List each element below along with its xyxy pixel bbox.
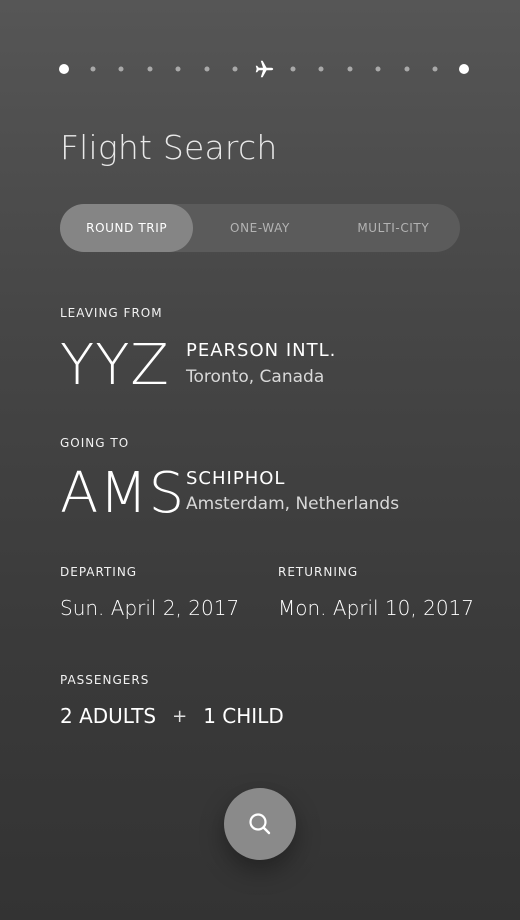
progress-dot xyxy=(290,66,296,72)
passengers-label: PASSENGERS xyxy=(60,673,150,687)
progress-dot xyxy=(204,66,210,72)
progress-dot xyxy=(347,66,353,72)
origin-dot xyxy=(59,64,69,74)
flight-progress-indicator xyxy=(59,58,469,80)
destination-label: GOING TO xyxy=(60,436,130,450)
trip-type-selector: ROUND TRIP ONE-WAY MULTI-CITY xyxy=(60,204,460,252)
origin-code[interactable]: YYZ xyxy=(60,338,170,394)
progress-dot xyxy=(147,66,153,72)
origin-airport-name: PEARSON INTL. xyxy=(186,340,337,361)
progress-dot xyxy=(118,66,124,72)
adults-count[interactable]: 2 ADULTS xyxy=(60,704,156,728)
progress-dot xyxy=(432,66,438,72)
passengers-selector[interactable]: 2 ADULTS + 1 CHILD xyxy=(60,704,284,728)
progress-dot xyxy=(90,66,96,72)
destination-airport-name: SCHIPHOL xyxy=(186,468,286,489)
destination-city: Amsterdam, Netherlands xyxy=(186,494,400,514)
origin-city: Toronto, Canada xyxy=(186,367,325,387)
departing-label: DEPARTING xyxy=(60,565,138,579)
progress-dot xyxy=(232,66,238,72)
destination-dot xyxy=(459,64,469,74)
plus-separator: + xyxy=(172,705,188,727)
departing-date[interactable]: Sun. April 2, 2017 xyxy=(60,596,239,620)
progress-dot xyxy=(175,66,181,72)
tab-one-way[interactable]: ONE-WAY xyxy=(193,204,326,252)
progress-dot xyxy=(318,66,324,72)
search-icon xyxy=(249,813,271,835)
tab-multi-city[interactable]: MULTI-CITY xyxy=(327,204,460,252)
search-button[interactable] xyxy=(224,788,296,860)
destination-code[interactable]: AMS xyxy=(60,466,185,522)
returning-date[interactable]: Mon. April 10, 2017 xyxy=(278,596,474,620)
progress-dot xyxy=(404,66,410,72)
origin-label: LEAVING FROM xyxy=(60,306,163,320)
progress-dot xyxy=(375,66,381,72)
returning-label: RETURNING xyxy=(278,565,359,579)
airplane-icon xyxy=(255,60,274,78)
tab-round-trip[interactable]: ROUND TRIP xyxy=(60,204,194,252)
children-count[interactable]: 1 CHILD xyxy=(203,704,284,728)
page-title: Flight Search xyxy=(60,128,278,167)
